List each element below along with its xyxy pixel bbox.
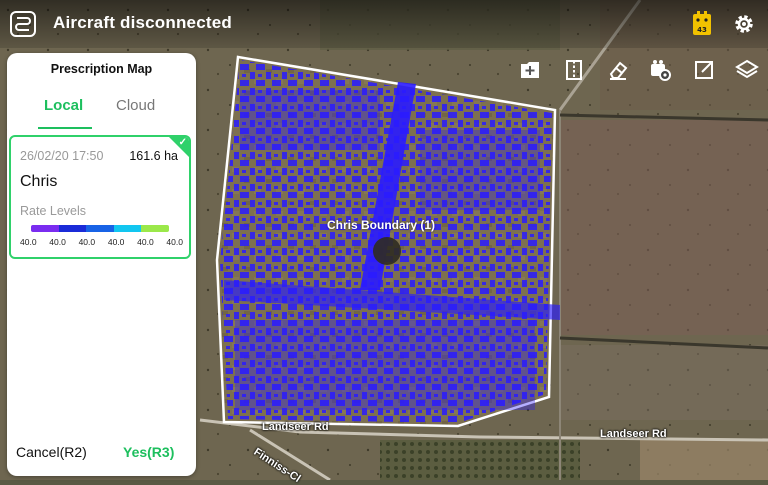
active-tab-indicator — [38, 127, 92, 129]
rate-level-value: 40.0 — [137, 237, 154, 247]
tab-local[interactable]: Local — [44, 97, 83, 114]
confirm-button[interactable]: Yes(R3) — [123, 444, 174, 460]
split-button[interactable] — [561, 57, 587, 83]
settings-button[interactable] — [730, 10, 758, 38]
rate-level-segment — [141, 225, 169, 232]
connection-status-title: Aircraft disconnected — [53, 13, 232, 32]
field-boundary-label: Chris Boundary (1) — [327, 218, 436, 232]
layers-button[interactable] — [734, 57, 760, 83]
gear-icon — [735, 15, 753, 33]
rate-level-values: 40.0 40.0 40.0 40.0 40.0 40.0 — [20, 237, 183, 247]
rate-levels-label: Rate Levels — [20, 204, 87, 218]
layers-icon — [735, 59, 759, 79]
aircraft-settings-button[interactable] — [647, 57, 673, 83]
item-area: 161.6 ha — [129, 149, 178, 163]
cancel-button[interactable]: Cancel(R2) — [16, 444, 87, 460]
menu-button[interactable] — [10, 11, 36, 37]
rate-level-value: 40.0 — [49, 237, 66, 247]
eraser-button[interactable] — [605, 57, 631, 83]
road-label: Landseer Rd — [600, 428, 667, 440]
rate-level-value: 40.0 — [20, 237, 37, 247]
eraser-icon — [609, 61, 628, 80]
panel-title: Prescription Map — [50, 62, 153, 76]
road-label: Landseer Rd — [262, 421, 329, 433]
add-icon — [521, 62, 539, 78]
add-button[interactable] — [517, 57, 543, 83]
battery-percentage: 43 — [697, 26, 707, 34]
rate-level-value: 40.0 — [78, 237, 96, 247]
split-icon — [566, 60, 582, 80]
item-name: Chris — [20, 173, 58, 190]
battery-icon: 43 — [693, 11, 711, 35]
top-bar: Aircraft disconnected 43 — [0, 0, 768, 48]
item-date: 26/02/20 17:50 — [20, 149, 104, 163]
tab-cloud[interactable]: Cloud — [116, 97, 155, 114]
rate-level-value: 40.0 — [166, 237, 183, 247]
rate-level-value: 40.0 — [107, 237, 125, 247]
route-icon — [15, 17, 31, 31]
check-icon: ✓ — [178, 137, 187, 148]
prescription-map-panel: Prescription Map Local Cloud ✓ 26/02/20 … — [7, 53, 196, 476]
prescription-map-item[interactable]: ✓ 26/02/20 17:50 161.6 ha Chris Rate Lev… — [9, 135, 191, 259]
export-icon — [695, 61, 713, 79]
battery-status-button[interactable]: 43 — [688, 10, 716, 38]
rate-level-segment — [31, 225, 59, 232]
rate-level-segment — [86, 225, 114, 232]
rate-level-segment — [58, 225, 87, 232]
rate-level-segment — [113, 225, 142, 232]
drone-settings-icon — [651, 60, 671, 81]
rate-levels-bar — [31, 225, 169, 232]
export-button[interactable] — [691, 57, 717, 83]
